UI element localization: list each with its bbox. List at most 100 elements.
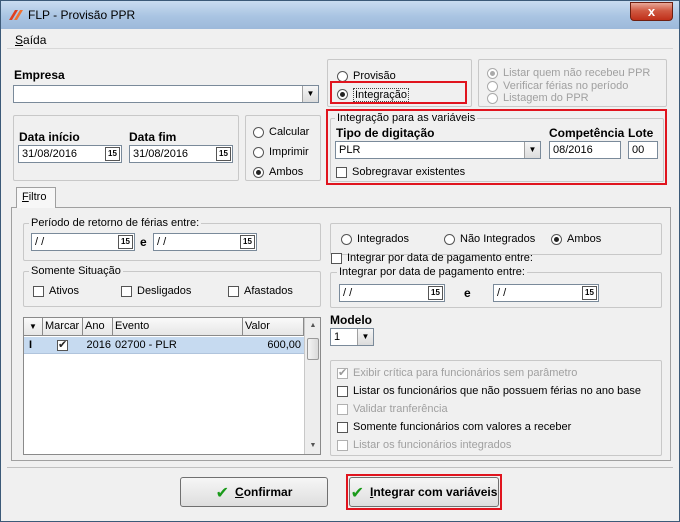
tab-filtro-text: Filtro bbox=[22, 191, 46, 203]
desligados-checkbox[interactable] bbox=[121, 286, 132, 297]
highlight-integrar-button bbox=[346, 474, 502, 510]
menu-saida[interactable]: Saída bbox=[15, 33, 46, 47]
listar-quem-radio[interactable] bbox=[487, 68, 498, 79]
desligados-label: Desligados bbox=[137, 285, 192, 297]
verificar-ferias-radio[interactable] bbox=[487, 81, 498, 92]
afastados-label: Afastados bbox=[244, 285, 293, 297]
ambos-label: Ambos bbox=[269, 166, 304, 178]
integrar-data-de-value: / / bbox=[343, 287, 353, 299]
checkmark-icon: ✔ bbox=[215, 485, 230, 502]
main-window: FLP - Provisão PPR x Saída Empresa ▼ Pro… bbox=[0, 0, 680, 522]
imprimir-radio[interactable] bbox=[253, 147, 264, 158]
cell-ano: 2016 bbox=[86, 339, 111, 351]
periodo-ferias-legend: Período de retorno de férias entre: bbox=[29, 217, 202, 229]
integrar-data-de-input[interactable]: / / 15 bbox=[339, 284, 445, 302]
tab-filtro-label: iltro bbox=[28, 191, 47, 203]
ativos-label: Ativos bbox=[49, 285, 79, 297]
exibir-critica-label: Exibir crítica para funcionários sem par… bbox=[353, 367, 578, 379]
header-marcar[interactable]: Marcar bbox=[43, 318, 83, 336]
listagem-label: Listagem do PPR bbox=[503, 92, 589, 104]
integrar-data-ate-value: / / bbox=[497, 287, 507, 299]
highlight-integracao-variaveis bbox=[326, 109, 667, 185]
periodo-ferias-ate-input[interactable]: / / 15 bbox=[153, 233, 257, 251]
modelo-combo[interactable]: 1 ▼ bbox=[330, 328, 374, 346]
listar-sem-ferias-checkbox[interactable] bbox=[337, 386, 348, 397]
calendar-icon[interactable]: 15 bbox=[105, 147, 120, 161]
menu-saida-label: aída bbox=[23, 33, 47, 47]
scroll-up-icon[interactable]: ▲ bbox=[305, 318, 321, 334]
periodo-ferias-de-value: / / bbox=[35, 236, 45, 248]
calendar-icon[interactable]: 15 bbox=[428, 286, 443, 300]
periodo-ferias-e-label: e bbox=[140, 235, 147, 249]
data-inicio-input[interactable]: 31/08/2016 15 bbox=[18, 145, 122, 163]
window-title: FLP - Provisão PPR bbox=[28, 8, 136, 22]
chevron-down-icon[interactable]: ▼ bbox=[357, 329, 373, 345]
calcular-radio[interactable] bbox=[253, 127, 264, 138]
ativos-checkbox[interactable] bbox=[33, 286, 44, 297]
chevron-down-icon[interactable]: ▼ bbox=[302, 86, 318, 102]
calcular-label: Calcular bbox=[269, 126, 310, 138]
verificar-ferias-label: Verificar férias no período bbox=[503, 80, 629, 92]
header-valor[interactable]: Valor bbox=[243, 318, 304, 336]
integrar-data-e-label: e bbox=[464, 286, 471, 300]
ambos-integrados-label: Ambos bbox=[567, 233, 602, 245]
menu-bar: Saída bbox=[7, 30, 673, 49]
validar-transferencia-checkbox[interactable] bbox=[337, 404, 348, 415]
confirmar-mnemonic: C bbox=[235, 485, 244, 499]
data-inicio-label: Data início bbox=[19, 130, 80, 144]
cell-evento: 02700 - PLR bbox=[115, 339, 177, 351]
grid-header: ▼ Marcar Ano Evento Valor bbox=[24, 318, 304, 336]
somente-valores-label: Somente funcionários com valores a receb… bbox=[353, 421, 572, 433]
marcar-checkbox[interactable] bbox=[57, 338, 68, 351]
scroll-thumb[interactable] bbox=[307, 338, 319, 360]
nao-integrados-radio[interactable] bbox=[444, 234, 455, 245]
integrar-data-checkbox-label: Integrar por data de pagamento entre: bbox=[347, 252, 533, 264]
menu-saida-mnemonic: S bbox=[15, 33, 24, 47]
validar-transferencia-label: Validar tranferência bbox=[353, 403, 448, 415]
calendar-icon[interactable]: 15 bbox=[118, 235, 133, 249]
data-fim-input[interactable]: 31/08/2016 15 bbox=[129, 145, 233, 163]
app-logo-icon bbox=[9, 10, 23, 20]
empresa-combo[interactable]: ▼ bbox=[13, 85, 319, 103]
grid-scrollbar[interactable]: ▲ ▼ bbox=[304, 318, 320, 454]
listagem-radio[interactable] bbox=[487, 93, 498, 104]
data-fim-value: 31/08/2016 bbox=[133, 148, 189, 160]
title-bar[interactable]: FLP - Provisão PPR x bbox=[1, 1, 679, 29]
integrados-radio[interactable] bbox=[341, 234, 352, 245]
afastados-checkbox[interactable] bbox=[228, 286, 239, 297]
calendar-icon[interactable]: 15 bbox=[240, 235, 255, 249]
exibir-critica-checkbox[interactable] bbox=[337, 366, 348, 379]
listar-integrados-checkbox[interactable] bbox=[337, 440, 348, 451]
scroll-down-icon[interactable]: ▼ bbox=[305, 438, 321, 454]
modelo-label: Modelo bbox=[330, 313, 372, 327]
integrar-data-ate-input[interactable]: / / 15 bbox=[493, 284, 599, 302]
imprimir-label: Imprimir bbox=[269, 146, 309, 158]
footer bbox=[7, 467, 673, 515]
ambos-radio[interactable] bbox=[253, 167, 264, 178]
highlight-integracao bbox=[330, 81, 467, 104]
calendar-icon[interactable]: 15 bbox=[582, 286, 597, 300]
empresa-label: Empresa bbox=[14, 68, 65, 82]
row-selector-arrow-icon[interactable]: ▼ bbox=[24, 318, 43, 336]
situacao-legend: Somente Situação bbox=[29, 265, 123, 277]
table-row[interactable]: I 2016 02700 - PLR 600,00 bbox=[24, 337, 304, 354]
header-ano[interactable]: Ano bbox=[83, 318, 113, 336]
periodo-ferias-de-input[interactable]: / / 15 bbox=[31, 233, 135, 251]
eventos-grid: ▼ Marcar Ano Evento Valor I 2016 02700 -… bbox=[23, 317, 321, 455]
confirmar-button[interactable]: ✔ Confirmar bbox=[180, 477, 328, 507]
header-evento[interactable]: Evento bbox=[113, 318, 243, 336]
tab-filtro[interactable]: Filtro bbox=[16, 187, 56, 208]
somente-valores-checkbox[interactable] bbox=[337, 422, 348, 433]
calendar-icon[interactable]: 15 bbox=[216, 147, 231, 161]
listar-quem-label: Listar quem não recebeu PPR bbox=[503, 67, 651, 79]
ambos-integrados-radio[interactable] bbox=[551, 234, 562, 245]
confirmar-label: onfirmar bbox=[243, 485, 293, 499]
tab-filtro-mnemonic: F bbox=[22, 191, 29, 203]
close-button[interactable]: x bbox=[630, 2, 673, 21]
listar-sem-ferias-label: Listar os funcionários que não possuem f… bbox=[353, 385, 642, 397]
integrar-data-checkbox[interactable] bbox=[331, 253, 342, 264]
data-inicio-value: 31/08/2016 bbox=[22, 148, 78, 160]
integrar-data-legend: Integrar por data de pagamento entre: bbox=[337, 266, 527, 278]
integrados-label: Integrados bbox=[357, 233, 409, 245]
listar-integrados-label: Listar os funcionários integrados bbox=[353, 439, 512, 451]
